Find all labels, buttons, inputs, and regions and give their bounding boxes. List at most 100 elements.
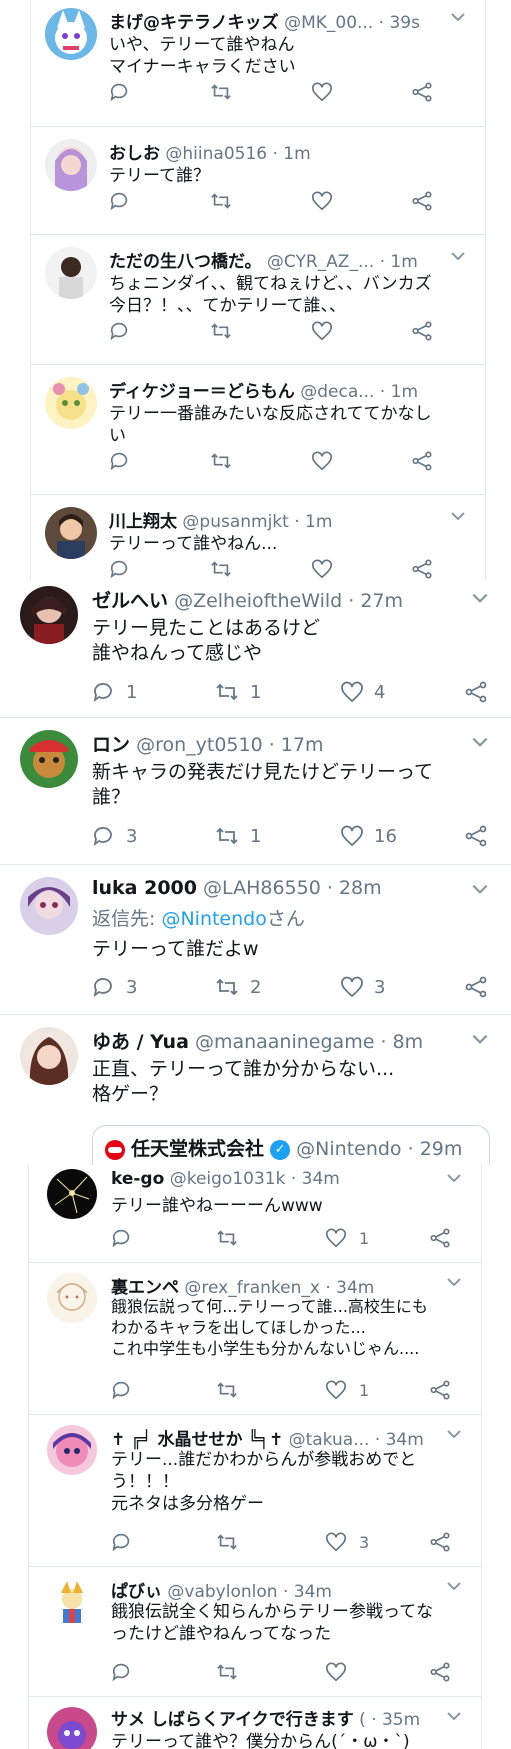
retweet-icon[interactable] [209, 81, 233, 103]
chevron-down-icon[interactable] [449, 247, 467, 269]
avatar[interactable] [45, 139, 97, 191]
share-icon[interactable] [464, 680, 488, 704]
chevron-down-icon[interactable] [470, 879, 490, 903]
chevron-down-icon[interactable] [470, 588, 490, 612]
timestamp[interactable]: · 34m [325, 1278, 374, 1298]
retweet-icon[interactable] [215, 1227, 239, 1249]
tweet[interactable]: おしお @hiina0516 · 1m テリーて誰？ [31, 127, 485, 235]
retweet-icon[interactable] [209, 450, 233, 472]
tweet[interactable]: ただの生八つ橋だ。 @CYR_AZ_... · 1m ちょニンダイ、、観てねぇけ… [31, 235, 485, 365]
reply-icon[interactable] [111, 1531, 133, 1553]
chevron-down-icon[interactable] [445, 1577, 463, 1599]
share-icon[interactable] [411, 450, 433, 472]
reply-mention-link[interactable]: @Nintendo [161, 908, 266, 930]
share-icon[interactable] [429, 1531, 451, 1553]
like-button[interactable]: 1 [325, 1227, 369, 1249]
display-name[interactable]: ただの生八つ橋だ。 [109, 252, 262, 272]
share-icon[interactable] [411, 81, 433, 103]
timestamp[interactable]: · 35m [371, 1710, 420, 1730]
share-icon[interactable] [411, 320, 433, 342]
retweet-icon[interactable] [215, 1661, 239, 1683]
avatar[interactable] [45, 8, 97, 60]
tweet[interactable]: 川上翔太 @pusanmjkt · 1m テリーって誰やねん... [31, 495, 485, 580]
share-icon[interactable] [429, 1661, 451, 1683]
retweet-icon[interactable] [209, 558, 233, 580]
share-icon[interactable] [464, 975, 488, 999]
display-name[interactable]: サメ しばらくアイクで行きます [111, 1710, 354, 1730]
user-handle[interactable]: @ron_yt0510 [136, 734, 263, 756]
timestamp[interactable]: · 8m [380, 1031, 423, 1053]
avatar[interactable] [45, 377, 97, 429]
tweet[interactable]: ✝ ╔╛ 水晶せせか ╚╕✝ @takua... · 34m テリー...誰だか… [29, 1415, 481, 1567]
display-name[interactable]: おしお [109, 144, 160, 164]
share-icon[interactable] [411, 190, 433, 212]
chevron-down-icon[interactable] [449, 507, 467, 529]
like-button[interactable]: 16 [340, 824, 397, 848]
like-icon[interactable] [325, 1661, 347, 1683]
timestamp[interactable]: · 27m [348, 590, 403, 612]
timestamp[interactable]: · 1m [380, 382, 418, 402]
user-handle[interactable]: @takua... [289, 1430, 370, 1450]
tweet[interactable]: luka 2000 @LAH86550 · 28m 返信先: @Nintendo… [0, 865, 511, 1015]
timestamp[interactable]: · 34m [375, 1430, 424, 1450]
retweet-icon[interactable] [209, 320, 233, 342]
like-icon[interactable] [311, 190, 333, 212]
display-name[interactable]: luka 2000 [92, 877, 197, 899]
avatar[interactable] [20, 877, 78, 935]
user-handle[interactable]: @CYR_AZ_... [267, 252, 374, 272]
user-handle[interactable]: @hiina0516 [165, 144, 267, 164]
reply-icon[interactable] [109, 450, 131, 472]
timestamp[interactable]: · 34m [283, 1582, 332, 1602]
avatar[interactable] [47, 1425, 97, 1475]
user-handle[interactable]: @pusanmjkt [182, 512, 288, 532]
display-name[interactable]: ke-go [111, 1169, 164, 1189]
user-handle[interactable]: @rex_franken_x [184, 1278, 320, 1298]
timestamp[interactable]: · 34m [291, 1169, 340, 1189]
reply-icon[interactable] [109, 320, 131, 342]
timestamp[interactable]: · 1m [273, 144, 311, 164]
share-icon[interactable] [411, 558, 433, 580]
chevron-down-icon[interactable] [449, 8, 467, 30]
timestamp[interactable]: · 1m [380, 252, 418, 272]
avatar[interactable] [45, 247, 97, 299]
chevron-down-icon[interactable] [445, 1425, 463, 1447]
like-button[interactable]: 3 [340, 975, 385, 999]
display-name[interactable]: ゼルへい [92, 590, 168, 612]
tweet[interactable]: まげ@キテラノキッズ @MK_00... · 39s いや、テリーて誰やねん マ… [31, 0, 485, 127]
tweet[interactable]: ゆあ / Yua @manaaninegame · 8m 正直、テリーって誰か分… [0, 1015, 511, 1165]
tweet[interactable]: ke-go @keigo1031k · 34m テリー誰やねーーーんwww 1 [29, 1165, 481, 1263]
user-handle[interactable]: @manaaninegame [195, 1031, 374, 1053]
tweet[interactable]: ロン @ron_yt0510 · 17m 新キャラの発表だけ見たけどテリーって … [0, 718, 511, 865]
display-name[interactable]: ロン [92, 734, 130, 756]
display-name[interactable]: ゆあ / Yua [92, 1031, 189, 1053]
retweet-icon[interactable] [215, 1379, 239, 1401]
timestamp[interactable]: · 1m [294, 512, 332, 532]
retweet-icon[interactable] [209, 190, 233, 212]
user-handle[interactable]: @LAH86550 [203, 877, 321, 899]
retweet-button[interactable]: 1 [214, 680, 261, 704]
reply-icon[interactable] [109, 558, 131, 580]
avatar[interactable] [20, 730, 78, 788]
like-icon[interactable] [311, 320, 333, 342]
tweet[interactable]: ぱびぃ @vabylonlon · 34m 餓狼伝説全く知らんからテリー参戦って… [29, 1567, 481, 1697]
tweet[interactable]: ディケジョー＝どらもん @deca... · 1m テリー一番誰みたいな反応され… [31, 365, 485, 495]
display-name[interactable]: ぱびぃ [111, 1582, 162, 1602]
avatar[interactable] [20, 586, 78, 644]
timestamp[interactable]: · 28m [327, 877, 382, 899]
chevron-down-icon[interactable] [445, 1707, 463, 1729]
user-handle[interactable]: @ZelheioftheWild [174, 590, 342, 612]
display-name[interactable]: ✝ ╔╛ 水晶せせか ╚╕✝ [111, 1430, 283, 1450]
share-icon[interactable] [429, 1227, 451, 1249]
user-handle[interactable]: @deca... [300, 382, 374, 402]
retweet-icon[interactable] [215, 1531, 239, 1553]
tweet[interactable]: 裏エンペ @rex_franken_x · 34m 餓狼伝説って何...テリーっ… [29, 1263, 481, 1415]
like-button[interactable]: 1 [325, 1379, 369, 1401]
user-handle[interactable]: @keigo1031k [170, 1169, 286, 1189]
display-name[interactable]: ディケジョー＝どらもん [109, 382, 295, 402]
chevron-down-icon[interactable] [470, 732, 490, 756]
timestamp[interactable]: · 39s [379, 13, 420, 33]
user-handle[interactable]: @vabylonlon [167, 1582, 277, 1602]
display-name[interactable]: 川上翔太 [109, 512, 177, 532]
quoted-tweet[interactable]: 任天堂株式会社 ✓ @Nintendo · 29m [92, 1125, 490, 1165]
chevron-down-icon[interactable] [470, 1029, 490, 1053]
